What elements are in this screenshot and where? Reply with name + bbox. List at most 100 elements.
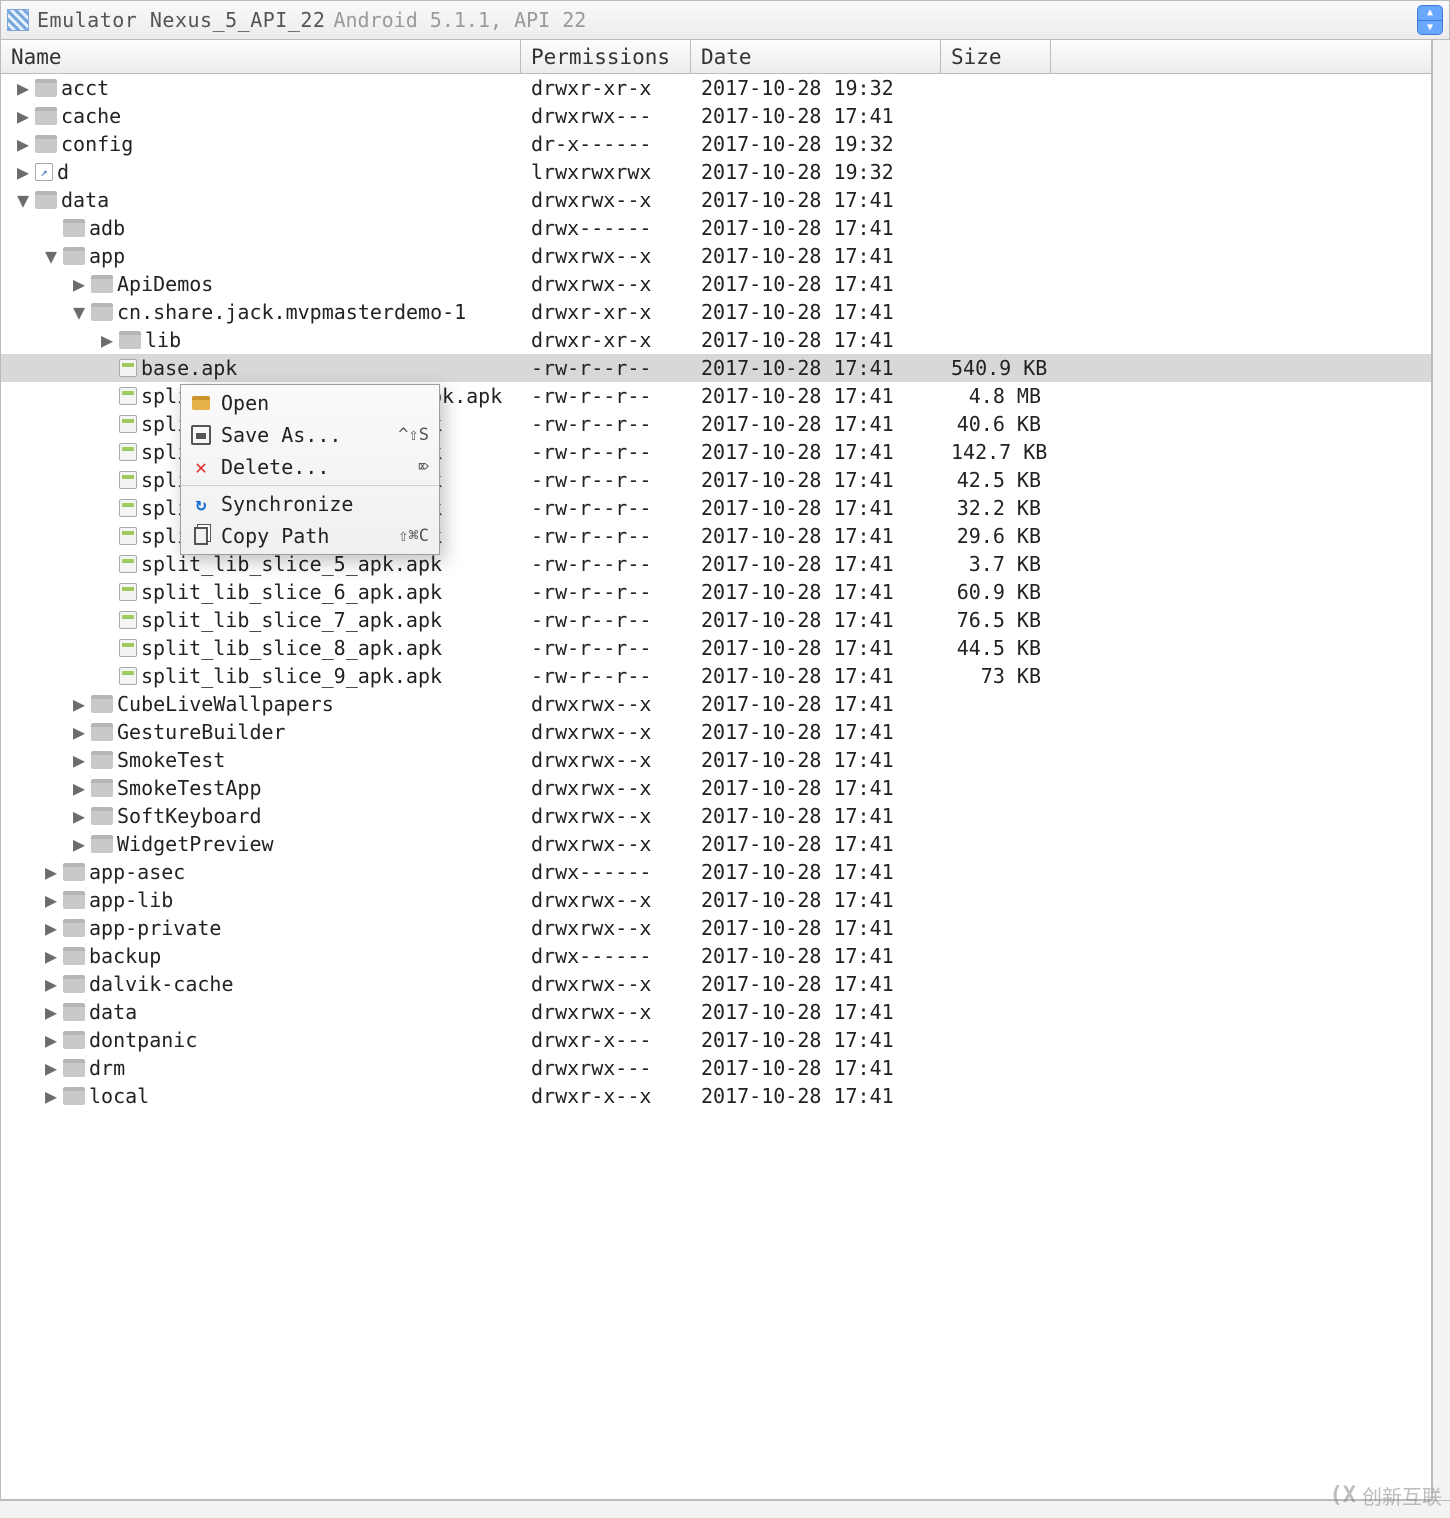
- tree-row[interactable]: ▶configdr-x------2017-10-28 19:32: [1, 130, 1431, 158]
- tree-row[interactable]: ▶app-asecdrwx------2017-10-28 17:41: [1, 858, 1431, 886]
- column-header-size[interactable]: Size: [941, 40, 1051, 73]
- collapse-arrow-icon[interactable]: ▼: [43, 244, 59, 268]
- expand-arrow-icon[interactable]: ▶: [43, 1084, 59, 1108]
- ctx-copy-path[interactable]: Copy Path⇧⌘C: [181, 520, 439, 552]
- tree-row[interactable]: ▶app-libdrwxrwx--x2017-10-28 17:41: [1, 886, 1431, 914]
- expand-arrow-icon[interactable]: ▶: [99, 328, 115, 352]
- file-icon: [119, 555, 137, 573]
- node-permissions: -rw-r--r--: [521, 412, 691, 436]
- tree-row[interactable]: split_lib_slice_6_apk.apk-rw-r--r--2017-…: [1, 578, 1431, 606]
- node-permissions: drwxrwx--x: [521, 272, 691, 296]
- node-name: cn.share.jack.mvpmasterdemo-1: [117, 300, 466, 324]
- expand-arrow-icon[interactable]: ▶: [43, 1056, 59, 1080]
- expand-arrow-icon[interactable]: ▶: [15, 76, 31, 100]
- node-date: 2017-10-28 17:41: [691, 272, 941, 296]
- tree-row[interactable]: ▶acctdrwxr-xr-x2017-10-28 19:32: [1, 74, 1431, 102]
- collapse-arrow-icon[interactable]: ▼: [71, 300, 87, 324]
- device-stepper[interactable]: ▲ ▼: [1417, 5, 1443, 35]
- expand-arrow-icon[interactable]: ▶: [43, 972, 59, 996]
- file-icon: [119, 583, 137, 601]
- expand-arrow-icon[interactable]: ▶: [43, 1000, 59, 1024]
- tree-row[interactable]: ▶SmokeTestAppdrwxrwx--x2017-10-28 17:41: [1, 774, 1431, 802]
- tree-row[interactable]: ▶SoftKeyboarddrwxrwx--x2017-10-28 17:41: [1, 802, 1431, 830]
- ctx-open[interactable]: Open: [181, 387, 439, 419]
- ctx-label: Save As...: [221, 423, 341, 447]
- node-size: 32.2 KB: [941, 496, 1051, 520]
- node-permissions: drwxrwx--x: [521, 188, 691, 212]
- tree-row[interactable]: ▶dalvik-cachedrwxrwx--x2017-10-28 17:41: [1, 970, 1431, 998]
- tree-row[interactable]: ▶dontpanicdrwxr-x---2017-10-28 17:41: [1, 1026, 1431, 1054]
- stepper-up-icon[interactable]: ▲: [1418, 6, 1442, 21]
- column-header-name[interactable]: Name: [1, 40, 521, 73]
- ctx-synchronize[interactable]: ↻Synchronize: [181, 488, 439, 520]
- tree-row[interactable]: ▶SmokeTestdrwxrwx--x2017-10-28 17:41: [1, 746, 1431, 774]
- expand-arrow-icon[interactable]: ▶: [43, 888, 59, 912]
- folder-icon: [63, 1003, 85, 1021]
- collapse-arrow-icon[interactable]: ▼: [15, 188, 31, 212]
- tree-row[interactable]: split_lib_slice_7_apk.apk-rw-r--r--2017-…: [1, 606, 1431, 634]
- tree-row[interactable]: ▼datadrwxrwx--x2017-10-28 17:41: [1, 186, 1431, 214]
- tree-row[interactable]: base.apk-rw-r--r--2017-10-28 17:41540.9 …: [1, 354, 1431, 382]
- folder-icon: [35, 191, 57, 209]
- expand-arrow-icon[interactable]: ▶: [15, 132, 31, 156]
- expand-arrow-icon[interactable]: ▶: [71, 748, 87, 772]
- file-icon: [119, 611, 137, 629]
- horizontal-scrollbar[interactable]: [0, 1500, 1450, 1518]
- tree-row[interactable]: ▶ApiDemosdrwxrwx--x2017-10-28 17:41: [1, 270, 1431, 298]
- node-date: 2017-10-28 17:41: [691, 972, 941, 996]
- column-header-permissions[interactable]: Permissions: [521, 40, 691, 73]
- tree-row[interactable]: ▶app-privatedrwxrwx--x2017-10-28 17:41: [1, 914, 1431, 942]
- tree-row[interactable]: ▶backupdrwx------2017-10-28 17:41: [1, 942, 1431, 970]
- tree-row[interactable]: ▶datadrwxrwx--x2017-10-28 17:41: [1, 998, 1431, 1026]
- expand-arrow-icon[interactable]: ▶: [71, 692, 87, 716]
- node-size: 73 KB: [941, 664, 1051, 688]
- expand-arrow-icon[interactable]: ▶: [71, 832, 87, 856]
- watermark-text: 创新互联: [1362, 1481, 1442, 1510]
- tree-row[interactable]: ▶localdrwxr-x--x2017-10-28 17:41: [1, 1082, 1431, 1110]
- file-tree-pane[interactable]: Name Permissions Date Size ▶acctdrwxr-xr…: [0, 40, 1432, 1500]
- tree-row[interactable]: ▶WidgetPreviewdrwxrwx--x2017-10-28 17:41: [1, 830, 1431, 858]
- tree-row[interactable]: ▶dlrwxrwxrwx2017-10-28 19:32: [1, 158, 1431, 186]
- folder-icon: [35, 107, 57, 125]
- ctx-shortcut: ⌦: [419, 457, 429, 477]
- tree-row[interactable]: ▶libdrwxr-xr-x2017-10-28 17:41: [1, 326, 1431, 354]
- tree-row[interactable]: split_lib_slice_8_apk.apk-rw-r--r--2017-…: [1, 634, 1431, 662]
- node-date: 2017-10-28 17:41: [691, 216, 941, 240]
- node-name: SmokeTest: [117, 748, 225, 772]
- column-header-date[interactable]: Date: [691, 40, 941, 73]
- expand-arrow-icon[interactable]: ▶: [43, 860, 59, 884]
- tree-row[interactable]: ▶drmdrwxrwx---2017-10-28 17:41: [1, 1054, 1431, 1082]
- node-size: 540.9 KB: [941, 356, 1051, 380]
- node-name: adb: [89, 216, 125, 240]
- expand-arrow-icon[interactable]: ▶: [15, 160, 31, 184]
- node-permissions: -rw-r--r--: [521, 524, 691, 548]
- expand-arrow-icon[interactable]: ▶: [15, 104, 31, 128]
- tree-row[interactable]: ▶GestureBuilderdrwxrwx--x2017-10-28 17:4…: [1, 718, 1431, 746]
- node-date: 2017-10-28 17:41: [691, 748, 941, 772]
- expand-arrow-icon[interactable]: ▶: [43, 944, 59, 968]
- expand-arrow-icon[interactable]: ▶: [43, 1028, 59, 1052]
- node-name: data: [61, 188, 109, 212]
- node-date: 2017-10-28 17:41: [691, 104, 941, 128]
- expand-arrow-icon[interactable]: ▶: [71, 804, 87, 828]
- tree-row[interactable]: split_lib_slice_9_apk.apk-rw-r--r--2017-…: [1, 662, 1431, 690]
- expand-arrow-icon[interactable]: ▶: [71, 720, 87, 744]
- node-size: 29.6 KB: [941, 524, 1051, 548]
- vertical-scrollbar[interactable]: [1432, 40, 1450, 1500]
- expand-arrow-icon[interactable]: ▶: [71, 272, 87, 296]
- tree-row[interactable]: adbdrwx------2017-10-28 17:41: [1, 214, 1431, 242]
- watermark: (X 创新互联: [1330, 1481, 1443, 1510]
- ctx-save-as[interactable]: Save As...^⇧S: [181, 419, 439, 451]
- node-permissions: drwxr-xr-x: [521, 76, 691, 100]
- tree-row[interactable]: ▶CubeLiveWallpapersdrwxrwx--x2017-10-28 …: [1, 690, 1431, 718]
- ctx-delete[interactable]: ✕Delete...⌦: [181, 451, 439, 483]
- tree-row[interactable]: ▼cn.share.jack.mvpmasterdemo-1drwxr-xr-x…: [1, 298, 1431, 326]
- node-date: 2017-10-28 17:41: [691, 440, 941, 464]
- file-icon: [119, 471, 137, 489]
- expand-arrow-icon[interactable]: ▶: [71, 776, 87, 800]
- stepper-down-icon[interactable]: ▼: [1418, 21, 1442, 35]
- context-menu[interactable]: OpenSave As...^⇧S✕Delete...⌦ ↻Synchronize…: [180, 384, 440, 555]
- tree-row[interactable]: ▶cachedrwxrwx---2017-10-28 17:41: [1, 102, 1431, 130]
- expand-arrow-icon[interactable]: ▶: [43, 916, 59, 940]
- tree-row[interactable]: ▼appdrwxrwx--x2017-10-28 17:41: [1, 242, 1431, 270]
